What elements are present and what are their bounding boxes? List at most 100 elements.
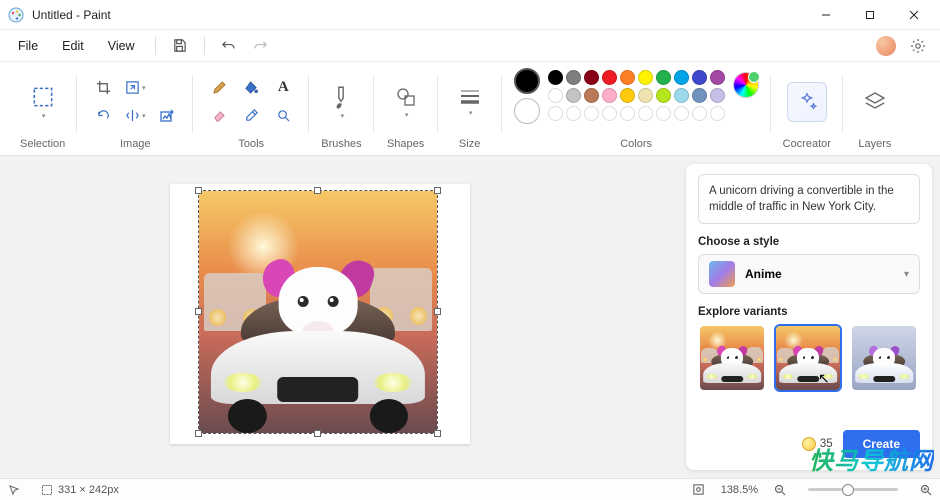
color-swatch-empty[interactable]	[656, 106, 671, 121]
color-swatch-empty[interactable]	[710, 106, 725, 121]
crop-icon[interactable]	[89, 75, 117, 101]
color-swatch[interactable]	[620, 70, 635, 85]
zoom-in-icon[interactable]	[920, 484, 932, 496]
brushes-button[interactable]: ▾	[321, 78, 361, 126]
selection-marquee[interactable]	[198, 190, 438, 434]
canvas[interactable]	[170, 184, 470, 444]
text-icon[interactable]: A	[269, 75, 297, 101]
edit-colors-icon[interactable]	[733, 72, 759, 98]
color-swatch-empty[interactable]	[692, 106, 707, 121]
resize-handle[interactable]	[434, 187, 441, 194]
color-swatch[interactable]	[566, 88, 581, 103]
canvas-area[interactable]	[0, 156, 686, 478]
flip-icon[interactable]: ▾	[121, 103, 149, 129]
color-swatch[interactable]	[638, 70, 653, 85]
save-icon[interactable]	[166, 33, 194, 59]
style-label: Choose a style	[698, 236, 920, 248]
select-tool[interactable]: ▾	[23, 78, 63, 126]
style-selected: Anime	[745, 267, 894, 281]
prompt-input[interactable]: A unicorn driving a convertible in the m…	[698, 174, 920, 224]
color-palette	[548, 70, 725, 121]
statusbar: 331 × 242px 138.5%	[0, 478, 940, 500]
color-swatch[interactable]	[602, 88, 617, 103]
color-swatch[interactable]	[548, 70, 563, 85]
zoom-to-fit-icon[interactable]	[692, 483, 705, 496]
color-swatch-empty[interactable]	[566, 106, 581, 121]
layers-button[interactable]	[855, 78, 895, 126]
redo-icon[interactable]	[247, 33, 275, 59]
variant-1[interactable]	[698, 324, 766, 392]
cocreator-label: Cocreator	[783, 135, 831, 155]
resize-handle[interactable]	[195, 308, 202, 315]
resize-handle[interactable]	[434, 308, 441, 315]
colors-label: Colors	[620, 135, 652, 155]
resize-handle[interactable]	[434, 430, 441, 437]
color-swatch[interactable]	[548, 88, 563, 103]
fill-icon[interactable]	[237, 75, 265, 101]
close-button[interactable]	[892, 0, 936, 30]
color-swatch[interactable]	[584, 70, 599, 85]
color-swatch[interactable]	[620, 88, 635, 103]
resize-handle[interactable]	[195, 187, 202, 194]
user-avatar[interactable]	[876, 36, 896, 56]
zoom-slider[interactable]	[808, 488, 898, 491]
variant-3[interactable]	[850, 324, 918, 392]
separator	[204, 37, 205, 55]
eyedropper-icon[interactable]	[237, 103, 265, 129]
resize-icon[interactable]: ▾	[121, 75, 149, 101]
magnifier-icon[interactable]	[269, 103, 297, 129]
pencil-icon[interactable]	[205, 75, 233, 101]
color-swatch[interactable]	[656, 70, 671, 85]
color-swatch[interactable]	[692, 70, 707, 85]
create-button[interactable]: Create	[843, 430, 920, 458]
color-primary[interactable]	[514, 68, 540, 94]
resize-handle[interactable]	[195, 430, 202, 437]
color-secondary[interactable]	[514, 98, 540, 124]
size-button[interactable]: ▾	[450, 78, 490, 126]
resize-handle[interactable]	[314, 430, 321, 437]
color-swatch[interactable]	[638, 88, 653, 103]
color-swatch[interactable]	[674, 70, 689, 85]
cocreator-panel: A unicorn driving a convertible in the m…	[686, 164, 932, 470]
color-swatch[interactable]	[692, 88, 707, 103]
group-selection: ▾ Selection	[8, 68, 77, 155]
credits-counter: 35	[802, 437, 833, 451]
color-swatch-empty[interactable]	[620, 106, 635, 121]
color-swatch[interactable]	[656, 88, 671, 103]
zoom-out-icon[interactable]	[774, 484, 786, 496]
rotate-icon[interactable]	[89, 103, 117, 129]
menu-file[interactable]: File	[8, 35, 48, 57]
coin-icon	[802, 437, 816, 451]
color-swatch-empty[interactable]	[602, 106, 617, 121]
shapes-button[interactable]: ▾	[386, 78, 426, 126]
menu-edit[interactable]: Edit	[52, 35, 94, 57]
color-swatch-empty[interactable]	[638, 106, 653, 121]
color-swatch[interactable]	[602, 70, 617, 85]
settings-icon[interactable]	[904, 33, 932, 59]
color-swatch[interactable]	[566, 70, 581, 85]
image-export-icon[interactable]	[153, 103, 181, 129]
group-image: ▾ ▾ Image	[77, 68, 193, 155]
cocreator-button[interactable]	[787, 82, 827, 122]
color-swatch[interactable]	[710, 88, 725, 103]
selection-label: Selection	[20, 135, 65, 155]
resize-handle[interactable]	[314, 187, 321, 194]
brushes-label: Brushes	[321, 135, 361, 155]
minimize-button[interactable]	[804, 0, 848, 30]
style-select[interactable]: Anime ▾	[698, 254, 920, 294]
style-thumb-icon	[709, 261, 735, 287]
color-swatch-empty[interactable]	[548, 106, 563, 121]
variant-2[interactable]: ↖	[774, 324, 842, 392]
color-swatch-empty[interactable]	[584, 106, 599, 121]
color-swatch[interactable]	[674, 88, 689, 103]
color-swatch-empty[interactable]	[674, 106, 689, 121]
menu-view[interactable]: View	[98, 35, 145, 57]
window-title: Untitled - Paint	[32, 8, 804, 22]
color-swatch[interactable]	[584, 88, 599, 103]
maximize-button[interactable]	[848, 0, 892, 30]
cursor-icon: ↖	[818, 370, 830, 387]
eraser-icon[interactable]	[205, 103, 233, 129]
ribbon: ▾ Selection ▾ ▾ Image	[0, 62, 940, 156]
color-swatch[interactable]	[710, 70, 725, 85]
undo-icon[interactable]	[215, 33, 243, 59]
